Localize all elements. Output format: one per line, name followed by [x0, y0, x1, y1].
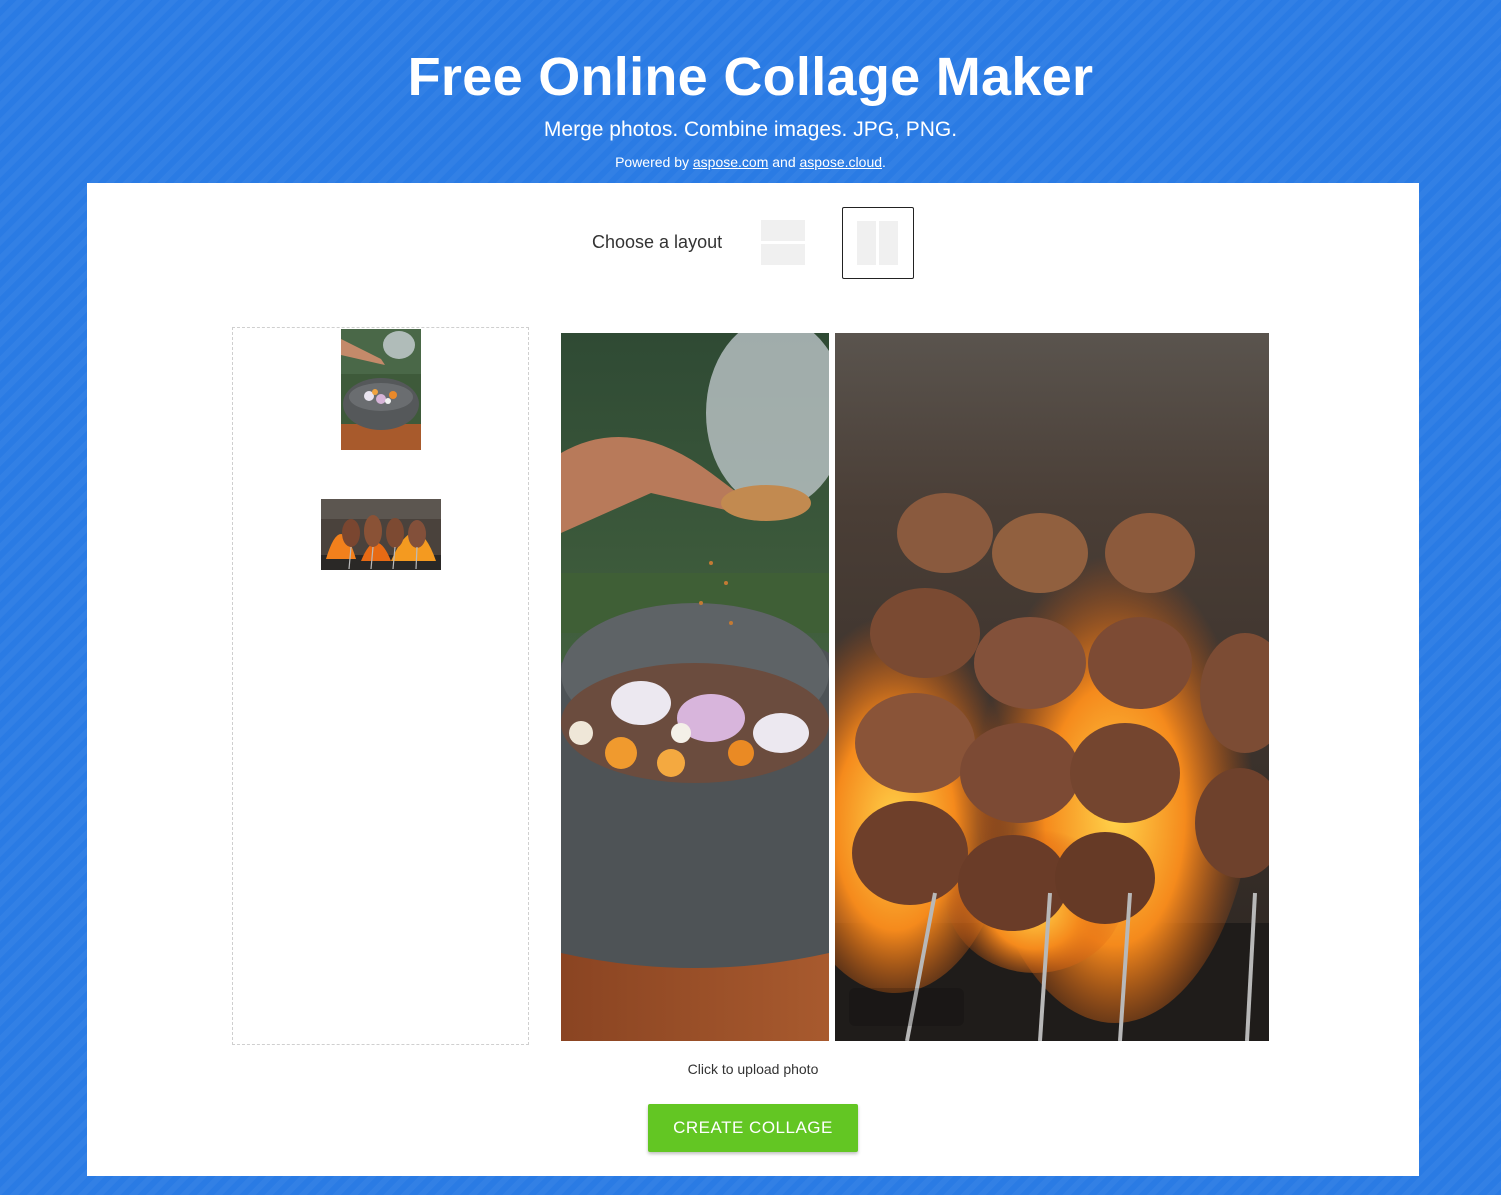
aspose-com-link[interactable]: aspose.com — [693, 154, 768, 170]
layout-option-two-rows[interactable] — [761, 220, 805, 266]
collage-editor-panel: Choose a layout Click to upload photo CR… — [87, 183, 1419, 1176]
page-header: Free Online Collage Maker Merge photos. … — [0, 0, 1501, 183]
layout-cell-right — [879, 221, 898, 265]
layout-label: Choose a layout — [592, 232, 723, 252]
grill-skewers-image — [321, 499, 441, 570]
photo-thumbnails-area[interactable] — [232, 327, 529, 1045]
create-collage-button[interactable]: CREATE COLLAGE — [648, 1104, 858, 1152]
collage-left-spices-image — [561, 333, 829, 1041]
layout-cell-left — [857, 221, 876, 265]
collage-slot-left[interactable] — [561, 333, 829, 1041]
powered-by: Powered by aspose.com and aspose.cloud. — [0, 154, 1501, 171]
layout-option-two-columns[interactable] — [842, 207, 914, 279]
layout-cell-bottom — [761, 244, 805, 265]
collage-preview — [561, 333, 1269, 1041]
layout-cell-top — [761, 220, 805, 241]
powered-by-and: and — [772, 154, 796, 170]
thumbnail-grill-skewers[interactable] — [321, 499, 441, 570]
spices-bowl-image — [341, 329, 421, 450]
page-title: Free Online Collage Maker — [407, 47, 1094, 107]
upload-hint: Click to upload photo — [687, 1061, 819, 1077]
collage-right-grill-image — [835, 333, 1269, 1041]
aspose-cloud-link[interactable]: aspose.cloud — [800, 154, 883, 170]
powered-by-prefix: Powered by — [615, 154, 689, 170]
thumbnail-spices-bowl[interactable] — [341, 329, 421, 450]
page-subtitle: Merge photos. Combine images. JPG, PNG. — [543, 118, 958, 141]
collage-slot-right[interactable] — [835, 333, 1269, 1041]
powered-by-period: . — [882, 154, 886, 170]
